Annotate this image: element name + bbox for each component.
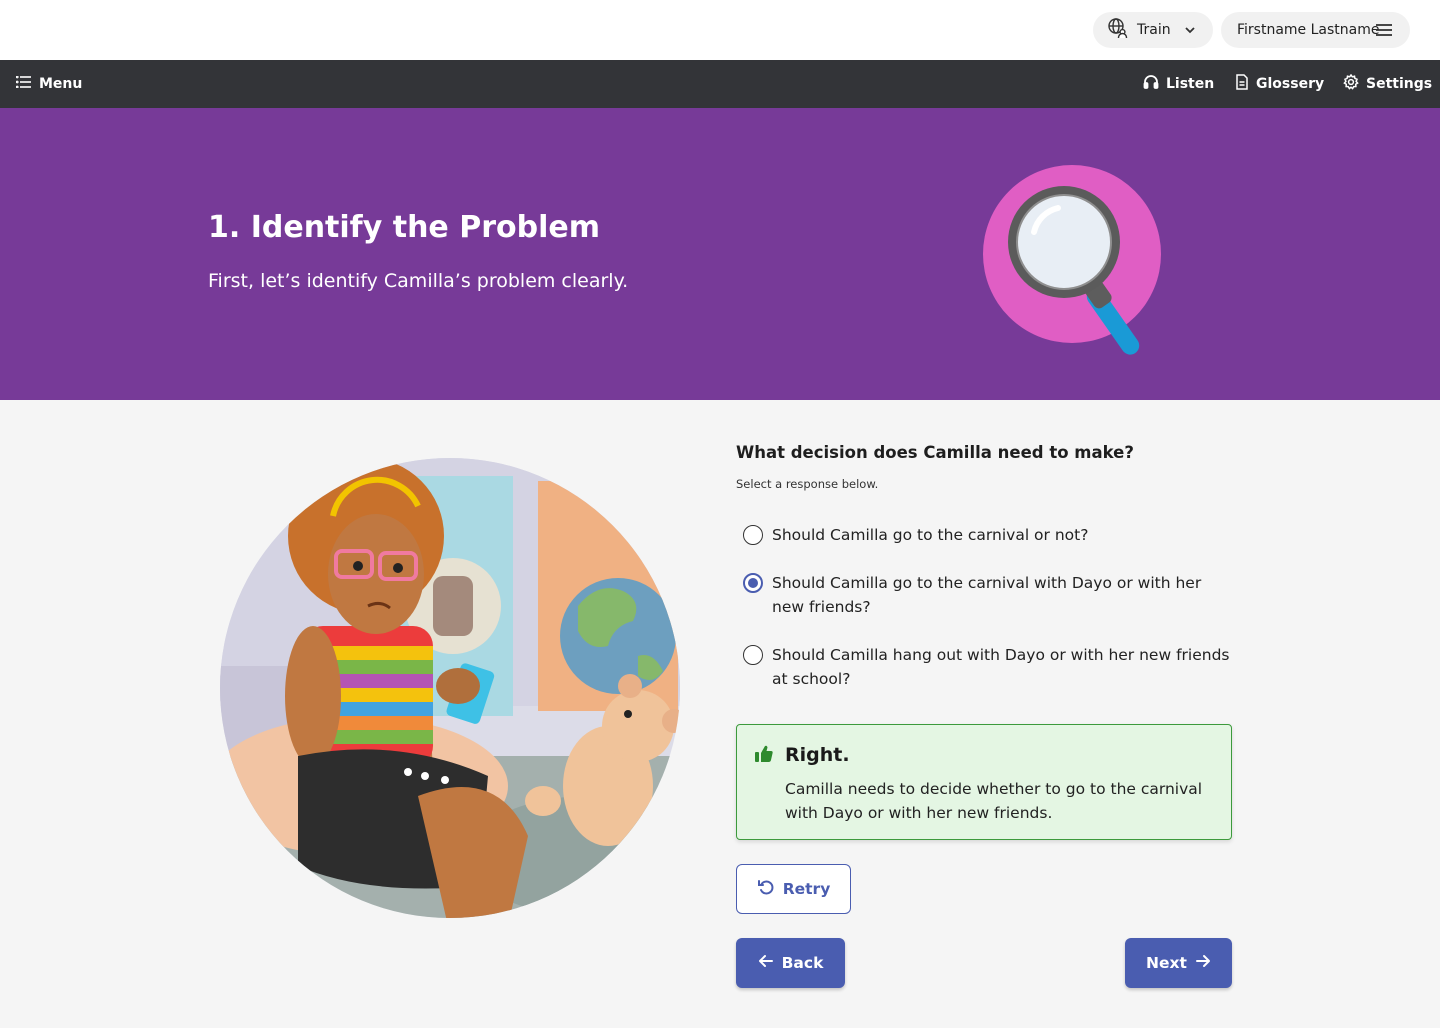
menu-button[interactable]: Menu bbox=[15, 60, 83, 108]
hamburger-icon bbox=[1376, 24, 1392, 40]
settings-label: Settings bbox=[1366, 76, 1433, 92]
question-prompt: What decision does Camilla need to make? bbox=[736, 443, 1134, 462]
nav-bar: Menu Listen Glossery Settings bbox=[0, 60, 1440, 108]
back-label: Back bbox=[781, 954, 824, 972]
camilla-illustration bbox=[218, 456, 682, 920]
gear-icon bbox=[1343, 73, 1359, 94]
radio-button[interactable] bbox=[743, 645, 763, 665]
glossery-label: Glossery bbox=[1256, 76, 1325, 92]
thumbs-up-icon bbox=[755, 745, 773, 767]
back-button[interactable]: Back bbox=[736, 938, 845, 988]
undo-icon bbox=[757, 878, 775, 900]
radio-button[interactable] bbox=[743, 525, 763, 545]
arrow-right-icon bbox=[1195, 953, 1211, 973]
answer-option-2[interactable]: Should Camilla go to the carnival with D… bbox=[743, 571, 1233, 619]
option-label: Should Camilla hang out with Dayo or wit… bbox=[772, 646, 1230, 688]
top-bar: Train Firstname Lastname bbox=[0, 0, 1440, 60]
mode-selector[interactable]: Train bbox=[1093, 12, 1213, 48]
menu-label: Menu bbox=[39, 76, 83, 92]
settings-button[interactable]: Settings bbox=[1343, 60, 1432, 108]
headphones-icon bbox=[1143, 74, 1159, 94]
chevron-down-icon bbox=[1183, 23, 1197, 41]
answer-option-1[interactable]: Should Camilla go to the carnival or not… bbox=[743, 523, 1233, 547]
feedback-panel: Right. Camilla needs to decide whether t… bbox=[736, 724, 1232, 840]
next-label: Next bbox=[1146, 954, 1187, 972]
magnifying-glass-icon bbox=[978, 162, 1178, 366]
mode-label: Train bbox=[1137, 22, 1171, 38]
listen-button[interactable]: Listen bbox=[1143, 60, 1214, 108]
option-label: Should Camilla go to the carnival or not… bbox=[772, 526, 1089, 544]
user-name: Firstname Lastname bbox=[1237, 22, 1380, 38]
user-menu[interactable]: Firstname Lastname bbox=[1221, 12, 1410, 48]
retry-button[interactable]: Retry bbox=[736, 864, 851, 914]
question-hint: Select a response below. bbox=[736, 477, 879, 491]
answer-option-3[interactable]: Should Camilla hang out with Dayo or wit… bbox=[743, 643, 1233, 691]
page-subtitle: First, let’s identify Camilla’s problem … bbox=[208, 270, 629, 292]
feedback-title: Right. bbox=[785, 744, 850, 766]
document-icon bbox=[1235, 74, 1249, 94]
retry-label: Retry bbox=[782, 880, 831, 898]
feedback-text: Camilla needs to decide whether to go to… bbox=[785, 780, 1203, 822]
arrow-left-icon bbox=[758, 953, 774, 973]
hero-banner: 1. Identify the Problem First, let’s ide… bbox=[0, 108, 1440, 400]
globe-user-icon bbox=[1107, 17, 1129, 43]
list-icon bbox=[15, 75, 32, 92]
page-title: 1. Identify the Problem bbox=[208, 210, 600, 245]
listen-label: Listen bbox=[1166, 76, 1215, 92]
next-button[interactable]: Next bbox=[1125, 938, 1232, 988]
option-label: Should Camilla go to the carnival with D… bbox=[772, 574, 1202, 616]
radio-button-selected[interactable] bbox=[743, 573, 763, 593]
glossery-button[interactable]: Glossery bbox=[1235, 60, 1324, 108]
